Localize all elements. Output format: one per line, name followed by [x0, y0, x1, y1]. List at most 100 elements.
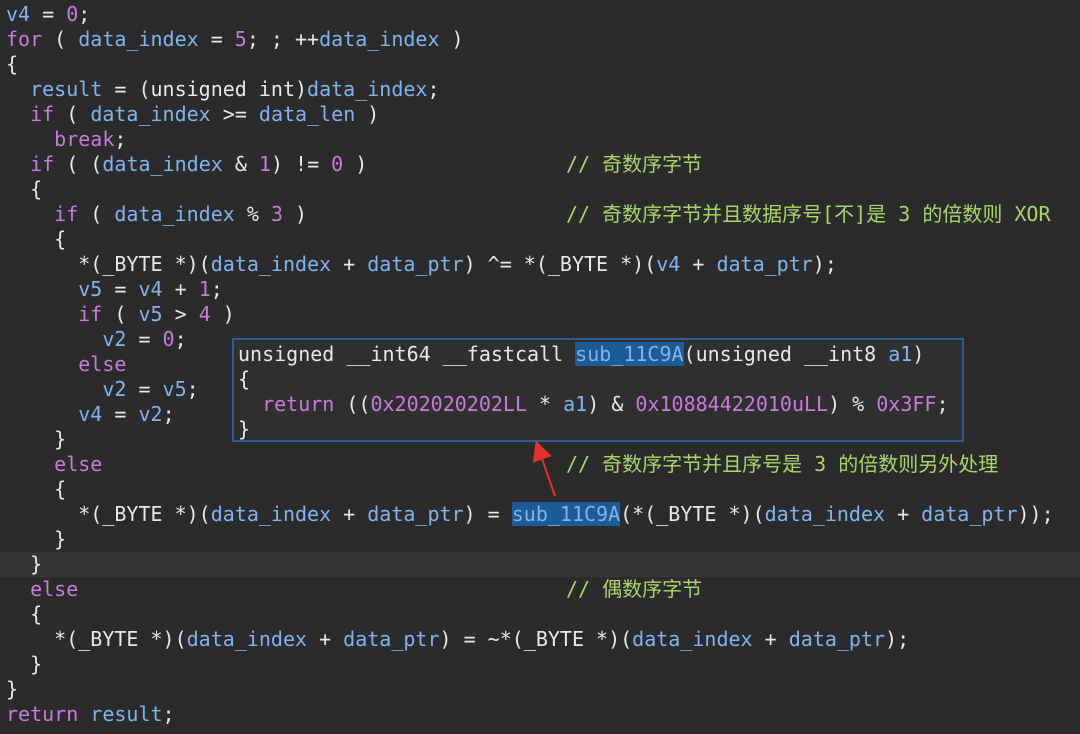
code-line[interactable]: } — [0, 677, 1080, 702]
identifier-token: data_ptr — [788, 627, 886, 651]
code-token: *(_BYTE *)( — [6, 502, 211, 526]
code-token: + — [307, 627, 344, 651]
code-token: = — [126, 377, 163, 401]
identifier-token: v2 — [138, 402, 163, 426]
code-text: *(_BYTE *)(data_index + data_ptr) = ~*(_… — [6, 627, 909, 652]
code-text: } — [6, 527, 66, 552]
identifier-token: v4 — [138, 277, 163, 301]
code-token: = (unsigned int) — [102, 77, 308, 101]
function-preview-popup: unsigned __int64 __fastcall sub_11C9A(un… — [232, 338, 964, 442]
code-line[interactable]: else // 奇数序字节并且序号是 3 的倍数则另外处理 — [0, 452, 1080, 477]
code-text: } — [6, 552, 42, 577]
keyword-token: else — [54, 452, 103, 476]
code-line[interactable]: } — [0, 527, 1080, 552]
number-literal: 3 — [270, 202, 283, 226]
code-line[interactable]: if ( data_index % 3 ) // 奇数序字节并且数据序号[不]是 … — [0, 202, 1080, 227]
code-line[interactable]: for ( data_index = 5; ; ++data_index ) — [0, 27, 1080, 52]
code-text: v5 = v4 + 1; — [6, 277, 223, 302]
code-text: return result; — [6, 702, 175, 727]
code-token: ; — [174, 327, 187, 351]
code-token: (( — [334, 392, 371, 416]
code-text: *(_BYTE *)(data_index + data_ptr) ^= *(_… — [6, 252, 837, 277]
code-token: (unsigned __int8 — [683, 342, 889, 366]
code-line[interactable]: } — [0, 652, 1080, 677]
code-line[interactable]: if ( v5 > 4 ) — [0, 302, 1080, 327]
code-token: } — [6, 677, 19, 701]
identifier-token: data_ptr — [921, 502, 1018, 526]
keyword-token: return — [6, 702, 79, 726]
popup-code-line: { — [238, 367, 250, 392]
code-token: = — [30, 2, 67, 26]
code-token: + — [331, 252, 368, 276]
code-token: { — [6, 52, 19, 76]
number-literal: 1 — [198, 277, 211, 301]
code-token: } — [6, 652, 43, 676]
code-line[interactable]: { — [0, 602, 1080, 627]
code-token: ( — [42, 27, 79, 51]
code-line[interactable]: *(_BYTE *)(data_index + data_ptr) = ~*(_… — [0, 627, 1080, 652]
code-line[interactable]: { — [0, 477, 1080, 502]
code-token: = — [102, 402, 139, 426]
code-token: ; — [210, 277, 223, 301]
code-token: ) = ~*(_BYTE *)( — [439, 627, 633, 651]
code-token: *(_BYTE *)( — [6, 627, 187, 651]
code-line[interactable]: v5 = v4 + 1; — [0, 277, 1080, 302]
selected-function-name[interactable]: sub_11C9A — [575, 342, 684, 366]
selected-function-name[interactable]: sub_11C9A — [511, 502, 621, 526]
code-token: % — [234, 202, 271, 226]
code-line[interactable]: *(_BYTE *)(data_index + data_ptr) = sub_… — [0, 502, 1080, 527]
code-text: if ( (data_index & 1) != 0 ) — [6, 152, 367, 177]
identifier-token: result — [30, 77, 103, 101]
code-token: & — [222, 152, 259, 176]
code-token: + — [752, 627, 789, 651]
code-comment: // 奇数序字节 — [566, 152, 703, 176]
code-text: else — [6, 352, 126, 377]
code-text: if ( v5 > 4 ) — [6, 302, 235, 327]
popup-code-line: unsigned __int64 __fastcall sub_11C9A(un… — [238, 342, 924, 367]
code-token: ; — [427, 77, 440, 101]
code-line[interactable]: else // 偶数序字节 — [0, 577, 1080, 602]
code-line[interactable]: result = (unsigned int)data_index; — [0, 77, 1080, 102]
code-token: *(_BYTE *)( — [6, 252, 211, 276]
code-line[interactable]: break; — [0, 127, 1080, 152]
code-line[interactable]: if ( (data_index & 1) != 0 ) // 奇数序字节 — [0, 152, 1080, 177]
code-token: ; — [114, 127, 127, 151]
code-line[interactable]: if ( data_index >= data_len ) — [0, 102, 1080, 127]
code-comment: // 奇数序字节并且序号是 3 的倍数则另外处理 — [566, 452, 999, 476]
code-token: unsigned __int64 __fastcall — [238, 342, 576, 366]
keyword-token: if — [30, 102, 55, 126]
popup-code-line: return ((0x202020202LL * a1) & 0x1088442… — [238, 392, 948, 417]
keyword-token: break — [54, 127, 115, 151]
code-text: v2 = 0; — [6, 327, 187, 352]
identifier-token: a1 — [888, 342, 913, 366]
identifier-token: data_index — [764, 502, 886, 526]
code-line[interactable]: } — [0, 552, 1080, 577]
identifier-token: data_index — [307, 77, 428, 101]
code-token: (*(_BYTE *)( — [620, 502, 765, 526]
code-line[interactable]: v4 = 0; — [0, 2, 1080, 27]
keyword-token: if — [78, 302, 103, 326]
code-line[interactable]: { — [0, 177, 1080, 202]
code-token: ) — [355, 102, 380, 126]
code-token: ) — [439, 27, 464, 51]
code-token: ; — [162, 702, 175, 726]
code-token: > — [162, 302, 199, 326]
code-token: = — [126, 327, 163, 351]
code-line[interactable]: return result; — [0, 702, 1080, 727]
code-token: ) & — [587, 392, 636, 416]
code-line[interactable]: *(_BYTE *)(data_index + data_ptr) ^= *(_… — [0, 252, 1080, 277]
identifier-token: v5 — [162, 377, 187, 401]
code-line[interactable]: { — [0, 52, 1080, 77]
code-line[interactable]: { — [0, 227, 1080, 252]
code-token: = — [102, 277, 139, 301]
